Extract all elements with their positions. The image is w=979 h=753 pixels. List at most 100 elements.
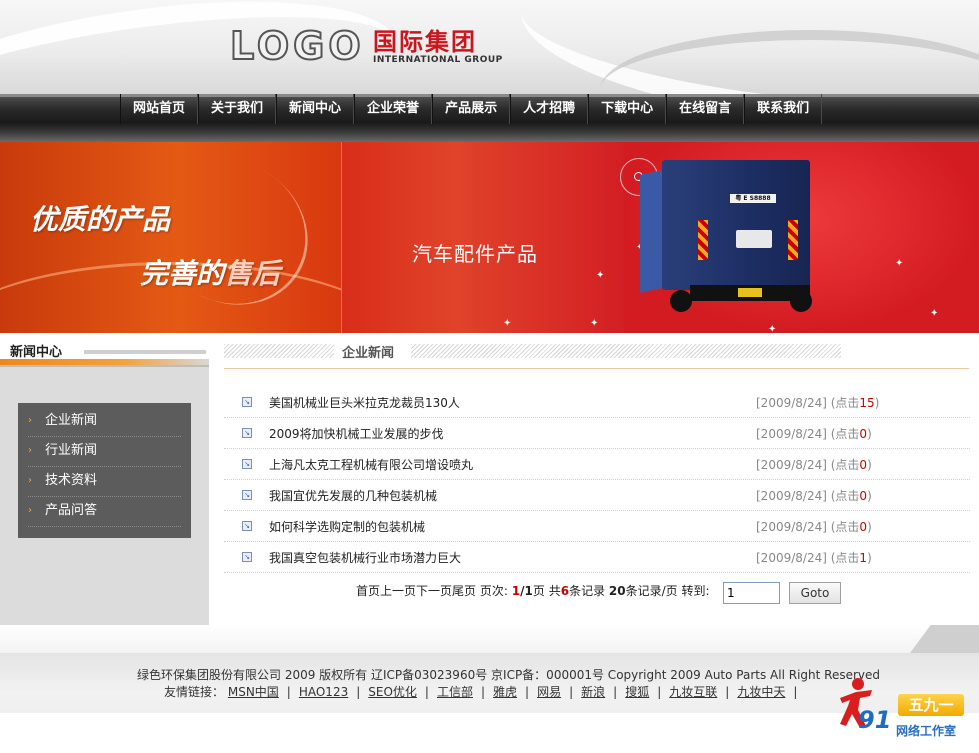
nav-item-honors[interactable]: 企业荣誉 — [354, 94, 433, 124]
nav-item-guestbook[interactable]: 在线留言 — [666, 94, 745, 124]
news-title-link[interactable]: 我国宜优先发展的几种包装机械 — [269, 487, 437, 504]
footer-link[interactable]: MSN中国 — [228, 685, 279, 699]
footer-link[interactable]: 工信部 — [437, 685, 473, 699]
news-clicks-label: (点击 — [830, 458, 860, 472]
truck-image: 粤 E S8888 — [640, 160, 815, 330]
pager-record-count: 6 — [560, 584, 570, 598]
footer-link[interactable]: SEO优化 — [368, 685, 417, 699]
nav-item-downloads[interactable]: 下载中心 — [588, 94, 667, 124]
company-name-en: INTERNATIONAL GROUP — [373, 55, 503, 65]
page-number-input[interactable] — [723, 582, 780, 604]
watermark-logo: 91 五九一 网络工作室 — [830, 672, 979, 753]
footer-link-separator: | — [356, 685, 361, 699]
arrow-right-icon: › — [28, 505, 32, 516]
news-clicks-close: ) — [867, 427, 872, 441]
truck-reflector — [788, 220, 798, 260]
arrow-right-icon: › — [28, 475, 32, 486]
nav-item-products[interactable]: 产品展示 — [432, 94, 511, 124]
watermark-badge: 五九一 — [898, 694, 964, 716]
nav-item-home[interactable]: 网站首页 — [120, 94, 199, 124]
news-title-link[interactable]: 如何科学选购定制的包装机械 — [269, 518, 425, 535]
sidebar-item-industry-news[interactable]: › 行业新闻 — [28, 437, 181, 467]
arrow-bullet-icon: ↘ — [242, 397, 252, 407]
nav-menu: 网站首页 关于我们 新闻中心 企业荣誉 产品展示 人才招聘 下载中心 在线留言 … — [120, 94, 823, 124]
news-date: [2009/8/24] — [756, 489, 827, 503]
pager-page-unit: 页 — [532, 584, 545, 598]
footer-links: 友情链接： MSN中国 | HAO123 | SEO优化 | 工信部 | 雅虎 | 网易 | 新浪 | 搜狐… — [164, 683, 805, 700]
news-meta: [2009/8/24] (点击0) — [756, 425, 872, 442]
news-date: [2009/8/24] — [756, 396, 827, 410]
sidebar-title-line — [84, 350, 206, 354]
news-title-link[interactable]: 2009将加快机械工业发展的步伐 — [269, 425, 444, 442]
news-title-link[interactable]: 美国机械业巨头米拉克龙裁员130人 — [269, 394, 460, 411]
banner-slogan-2b: 售后 — [224, 257, 281, 290]
sidebar-item-tech-docs[interactable]: › 技术资料 — [28, 467, 181, 497]
logo-text[interactable]: LOGO — [229, 23, 365, 69]
news-meta: [2009/8/24] (点击0) — [756, 456, 872, 473]
nav-item-jobs[interactable]: 人才招聘 — [510, 94, 589, 124]
news-clicks: 0 — [859, 489, 868, 503]
news-clicks-close: ) — [874, 396, 880, 410]
star-icon: ✦ — [503, 318, 512, 329]
star-icon: ✦ — [930, 308, 939, 319]
news-meta: [2009/8/24] (点击0) — [756, 487, 872, 504]
banner-center-text: 汽车配件产品 — [412, 242, 538, 266]
section-title: 企业新闻 — [342, 346, 395, 361]
footer-link[interactable]: 网易 — [537, 685, 561, 699]
pager-per-page: 20 — [608, 584, 626, 598]
company-name-cn: 国际集团 — [373, 28, 477, 56]
footer-link-separator: | — [286, 685, 291, 699]
sidebar-item-label: 行业新闻 — [45, 443, 98, 458]
footer-link[interactable]: 九妆中天 — [737, 685, 785, 699]
truck-reflector — [698, 220, 708, 260]
footer-link[interactable]: 新浪 — [581, 685, 605, 699]
footer-link-separator: | — [424, 685, 429, 699]
news-meta: [2009/8/24] (点击15) — [756, 394, 879, 411]
news-clicks: 0 — [859, 427, 868, 441]
truck-plate: 粤 E S8888 — [730, 194, 776, 203]
news-title-link[interactable]: 上海凡太克工程机械有限公司增设喷丸 — [269, 456, 473, 473]
arrow-bullet-icon: ↘ — [242, 459, 252, 469]
goto-button[interactable]: Goto — [789, 582, 841, 604]
news-clicks: 0 — [859, 520, 868, 534]
news-row: ↘ 上海凡太克工程机械有限公司增设喷丸 [2009/8/24] (点击0) — [224, 449, 970, 480]
star-icon: ✦ — [596, 270, 605, 281]
news-title-link[interactable]: 我国真空包装机械行业市场潜力巨大 — [269, 549, 461, 566]
pager-pages-label: 页次: — [479, 584, 508, 598]
truck-license-plate — [738, 288, 762, 297]
news-clicks-close: ) — [867, 458, 872, 472]
footer-link-separator: | — [657, 685, 662, 699]
footer-link-separator: | — [613, 685, 618, 699]
news-row: ↘ 如何科学选购定制的包装机械 [2009/8/24] (点击0) — [224, 511, 970, 542]
pager-total-label: 共 — [548, 584, 561, 598]
footer-link[interactable]: 九妆互联 — [669, 685, 717, 699]
nav-item-news[interactable]: 新闻中心 — [276, 94, 355, 124]
arrow-bullet-icon: ↘ — [242, 490, 252, 500]
news-clicks-label: (点击 — [830, 489, 860, 503]
arrow-bullet-icon: ↘ — [242, 552, 252, 562]
footer-link[interactable]: 雅虎 — [493, 685, 517, 699]
sidebar-title: 新闻中心 — [10, 345, 63, 360]
news-date: [2009/8/24] — [756, 551, 827, 565]
footer-link[interactable]: HAO123 — [299, 685, 348, 699]
footer-link[interactable]: 搜狐 — [625, 685, 649, 699]
pager-prev-link[interactable]: 上一页 — [380, 584, 416, 598]
pager-next-link[interactable]: 下一页 — [416, 584, 452, 598]
watermark-number: 91 — [858, 706, 892, 734]
hero-banner: 优质的产品 完善的售后 汽车配件产品 ✦ ✦ ✦ ✦ ✦ ✦ ✦ 粤 E S88… — [0, 142, 979, 333]
truck-wheel — [790, 290, 812, 312]
main-navigation: 网站首页 关于我们 新闻中心 企业荣誉 产品展示 人才招聘 下载中心 在线留言 … — [0, 94, 979, 142]
header-hatch — [224, 344, 334, 358]
news-date: [2009/8/24] — [756, 520, 827, 534]
pager-last-link[interactable]: 尾页 — [452, 584, 476, 598]
nav-item-about[interactable]: 关于我们 — [198, 94, 277, 124]
sidebar: 新闻中心 › 企业新闻 › 行业新闻 › 技术资料 › 产品问答 — [0, 333, 209, 625]
arrow-bullet-icon: ↘ — [242, 428, 252, 438]
footer-link-separator: | — [793, 685, 798, 699]
sidebar-item-company-news[interactable]: › 企业新闻 — [28, 407, 181, 437]
sidebar-item-product-faq[interactable]: › 产品问答 — [28, 497, 181, 527]
news-row: ↘ 我国宜优先发展的几种包装机械 [2009/8/24] (点击0) — [224, 480, 970, 511]
pager-first-link[interactable]: 首页 — [356, 584, 380, 598]
nav-item-contact[interactable]: 联系我们 — [744, 94, 823, 124]
footer-copyright: 绿色环保集团股份有限公司 2009 版权所有 辽ICP备03023960号 京I… — [137, 668, 881, 682]
